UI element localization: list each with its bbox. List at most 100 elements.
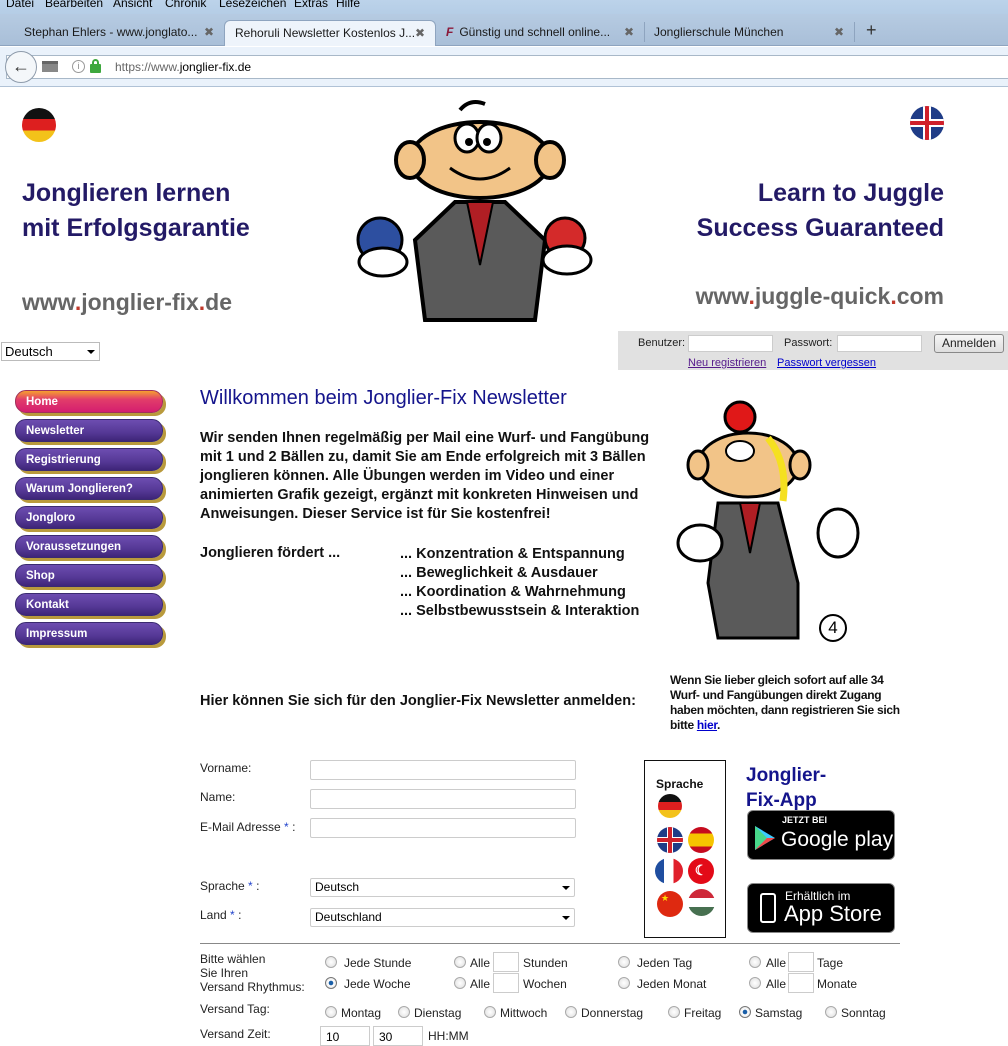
- language-flags-box: Sprache ☾ ★: [644, 760, 726, 938]
- radio-alle-tage[interactable]: [749, 956, 761, 968]
- login-panel: Benutzer: Passwort: Anmelden Neu registr…: [618, 331, 1008, 370]
- tab-close-icon[interactable]: ✖: [204, 20, 214, 44]
- months-interval-input[interactable]: [788, 973, 814, 993]
- nav-kontakt[interactable]: Kontakt: [15, 593, 163, 616]
- chevron-down-icon: [562, 886, 570, 890]
- email-label: E-Mail Adresse * :: [200, 820, 296, 834]
- nav-newsletter[interactable]: Newsletter: [15, 419, 163, 442]
- section-divider: [200, 943, 900, 944]
- url-text[interactable]: https://www.jonglier-fix.de: [115, 60, 251, 74]
- menu-ansicht[interactable]: Ansicht: [113, 0, 152, 10]
- back-arrow-icon[interactable]: ←: [5, 51, 37, 83]
- german-flag-icon[interactable]: [658, 794, 682, 818]
- lastname-input[interactable]: [310, 789, 576, 809]
- exercise-number-badge: 4: [819, 614, 847, 642]
- menu-extras[interactable]: Extras: [294, 0, 328, 10]
- info-icon[interactable]: i: [72, 60, 85, 73]
- radio-mittwoch[interactable]: [484, 1006, 496, 1018]
- uk-flag-icon[interactable]: [910, 106, 944, 140]
- browser-tab[interactable]: Stephan Ehlers - www.jonglato... ✖: [14, 20, 224, 46]
- unit-label: Monate: [817, 977, 858, 991]
- minute-input[interactable]: 30: [373, 1026, 423, 1046]
- password-input[interactable]: [837, 335, 922, 352]
- sprache-select[interactable]: Deutsch: [310, 878, 575, 897]
- radio-jede-stunde[interactable]: [325, 956, 337, 968]
- radio-sonntag[interactable]: [825, 1006, 837, 1018]
- menu-lesezeichen[interactable]: Lesezeichen: [219, 0, 286, 10]
- radio-dienstag[interactable]: [398, 1006, 410, 1018]
- nav-home[interactable]: Home: [15, 390, 163, 413]
- radio-montag[interactable]: [325, 1006, 337, 1018]
- spanish-flag-icon[interactable]: [688, 827, 714, 853]
- page-info-icon[interactable]: [42, 61, 58, 72]
- radio-alle-wochen[interactable]: [454, 977, 466, 989]
- juggler-cartoon-logo: [356, 100, 593, 322]
- url-domain: jonglier-fix.de: [179, 60, 252, 74]
- radio-freitag[interactable]: [668, 1006, 680, 1018]
- google-play-icon: [755, 826, 775, 850]
- unit-label: Stunden: [523, 956, 568, 970]
- radio-jeden-monat[interactable]: [618, 977, 630, 989]
- firstname-input[interactable]: [310, 760, 576, 780]
- uk-flag-icon[interactable]: [657, 827, 683, 853]
- menu-datei[interactable]: Datei: [6, 0, 34, 10]
- nav-jongloro[interactable]: Jongloro: [15, 506, 163, 529]
- app-store-badge[interactable]: Erhältlich im App Store: [747, 883, 895, 933]
- hours-interval-input[interactable]: [493, 952, 519, 972]
- url-prefix: https://www.: [115, 60, 180, 74]
- browser-tab-active[interactable]: Rehoruli Newsletter Kostenlos J... ✖: [224, 20, 436, 46]
- radio-alle-stunden[interactable]: [454, 956, 466, 968]
- radio-alle-monate[interactable]: [749, 977, 761, 989]
- email-input[interactable]: [310, 818, 576, 838]
- register-link[interactable]: Neu registrieren: [688, 357, 766, 369]
- tab-close-icon[interactable]: ✖: [415, 21, 425, 45]
- tab-title: Jonglierschule München: [654, 25, 784, 39]
- hungarian-flag-icon[interactable]: [688, 889, 715, 916]
- browser-tab[interactable]: F Günstig und schnell online... ✖: [436, 20, 642, 46]
- firstname-label: Vorname:: [200, 761, 252, 775]
- tab-title: Günstig und schnell online...: [459, 25, 611, 39]
- nav-voraussetzungen[interactable]: Voraussetzungen: [15, 535, 163, 558]
- tab-separator: [854, 22, 855, 42]
- german-flag-icon[interactable]: [22, 108, 56, 142]
- nav-impressum[interactable]: Impressum: [15, 622, 163, 645]
- nav-shop[interactable]: Shop: [15, 564, 163, 587]
- radio-samstag[interactable]: [739, 1006, 751, 1018]
- header-title-en: Learn to Juggle Success Guaranteed: [697, 176, 944, 246]
- turkish-flag-icon[interactable]: ☾: [688, 858, 714, 884]
- login-button[interactable]: Anmelden: [934, 334, 1004, 353]
- tab-close-icon[interactable]: ✖: [834, 20, 844, 44]
- radio-label: Jede Stunde: [344, 956, 412, 970]
- benefit-item: ... Koordination & Wahrnehmung: [400, 584, 626, 600]
- french-flag-icon[interactable]: [655, 858, 683, 884]
- username-label: Benutzer:: [638, 337, 686, 349]
- weeks-interval-input[interactable]: [493, 973, 519, 993]
- hour-input[interactable]: 10: [320, 1026, 370, 1046]
- radio-jeden-tag[interactable]: [618, 956, 630, 968]
- radio-label: Jede Woche: [344, 977, 411, 991]
- land-select[interactable]: Deutschland: [310, 908, 575, 927]
- forgot-password-link[interactable]: Passwort vergessen: [777, 357, 876, 369]
- chinese-flag-icon[interactable]: ★: [657, 891, 683, 917]
- nav-registrierung[interactable]: Registrierung: [15, 448, 163, 471]
- menu-hilfe[interactable]: Hilfe: [336, 0, 360, 10]
- radio-jede-woche[interactable]: [325, 977, 337, 989]
- sidebar-nav: Home Newsletter Registrierung Warum Jong…: [15, 390, 163, 651]
- navigation-bar: ← i https://www.jonglier-fix.de: [0, 47, 1008, 87]
- tab-close-icon[interactable]: ✖: [624, 20, 634, 44]
- register-here-link[interactable]: hier: [697, 718, 717, 732]
- google-play-badge[interactable]: JETZT BEI Google play: [747, 810, 895, 860]
- rhythm-label: Bitte wählen Sie Ihren Versand Rhythmus:: [200, 952, 305, 994]
- radio-donnerstag[interactable]: [565, 1006, 577, 1018]
- radio-label: Samstag: [755, 1006, 803, 1020]
- nav-warum-jonglieren[interactable]: Warum Jonglieren?: [15, 477, 163, 500]
- header-title-de-line1: Jonglieren lernen: [22, 179, 231, 207]
- register-hint: Wenn Sie lieber gleich sofort auf alle 3…: [670, 673, 900, 732]
- days-interval-input[interactable]: [788, 952, 814, 972]
- menu-bearbeiten[interactable]: Bearbeiten: [45, 0, 103, 10]
- menu-chronik[interactable]: Chronik: [165, 0, 206, 10]
- username-input[interactable]: [688, 335, 773, 352]
- language-select[interactable]: Deutsch: [1, 342, 100, 361]
- browser-tab[interactable]: Jonglierschule München ✖: [644, 20, 852, 46]
- new-tab-button[interactable]: +: [866, 20, 877, 41]
